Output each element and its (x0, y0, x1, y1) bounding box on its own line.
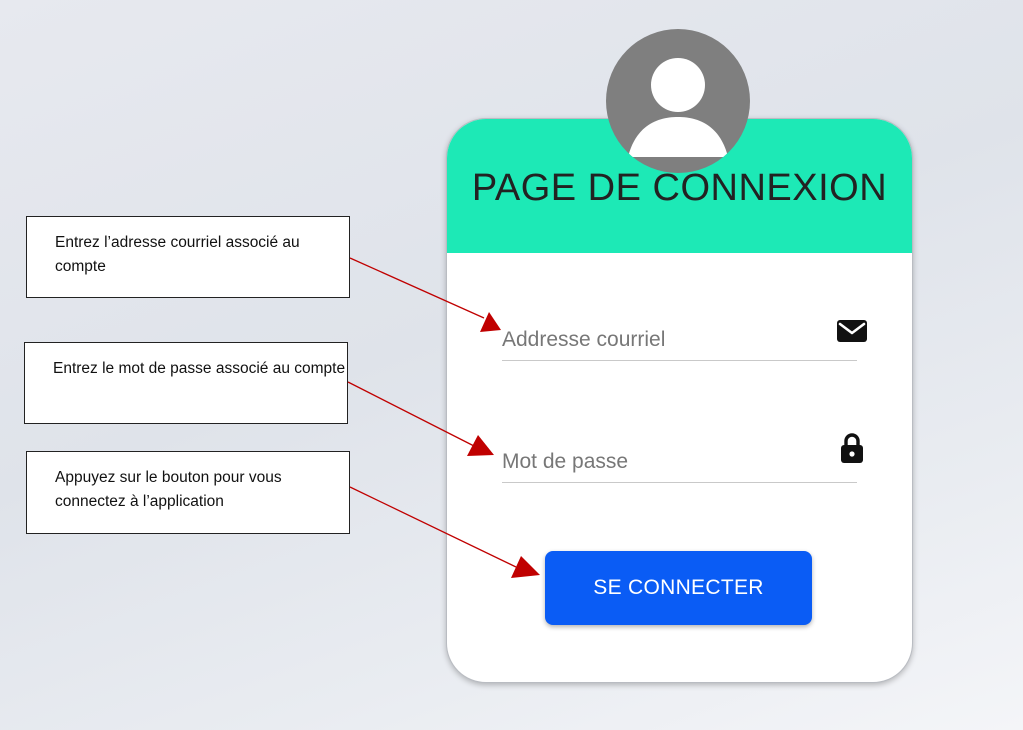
password-field (502, 433, 863, 483)
password-input[interactable] (502, 450, 822, 474)
lock-icon (841, 433, 863, 463)
avatar (606, 29, 750, 173)
annotation-submit: Appuyez sur le bouton pour vous connecte… (26, 451, 350, 534)
annotation-email: Entrez l’adresse courriel associé au com… (26, 216, 350, 298)
email-input[interactable] (502, 328, 822, 352)
annotation-password: Entrez le mot de passe associé au compte (24, 342, 348, 424)
user-avatar-icon (628, 58, 728, 157)
page-title: PAGE DE CONNEXION (471, 167, 888, 209)
annotation-password-text: Entrez le mot de passe associé au compte (53, 360, 346, 377)
envelope-icon (837, 320, 867, 342)
annotation-email-text: Entrez l’adresse courriel associé au com… (55, 234, 300, 275)
login-card: PAGE DE CONNEXION SE CONNECTER (446, 118, 913, 683)
email-field (502, 316, 867, 361)
login-button[interactable]: SE CONNECTER (545, 551, 812, 625)
annotation-submit-text: Appuyez sur le bouton pour vous connecte… (55, 469, 282, 510)
